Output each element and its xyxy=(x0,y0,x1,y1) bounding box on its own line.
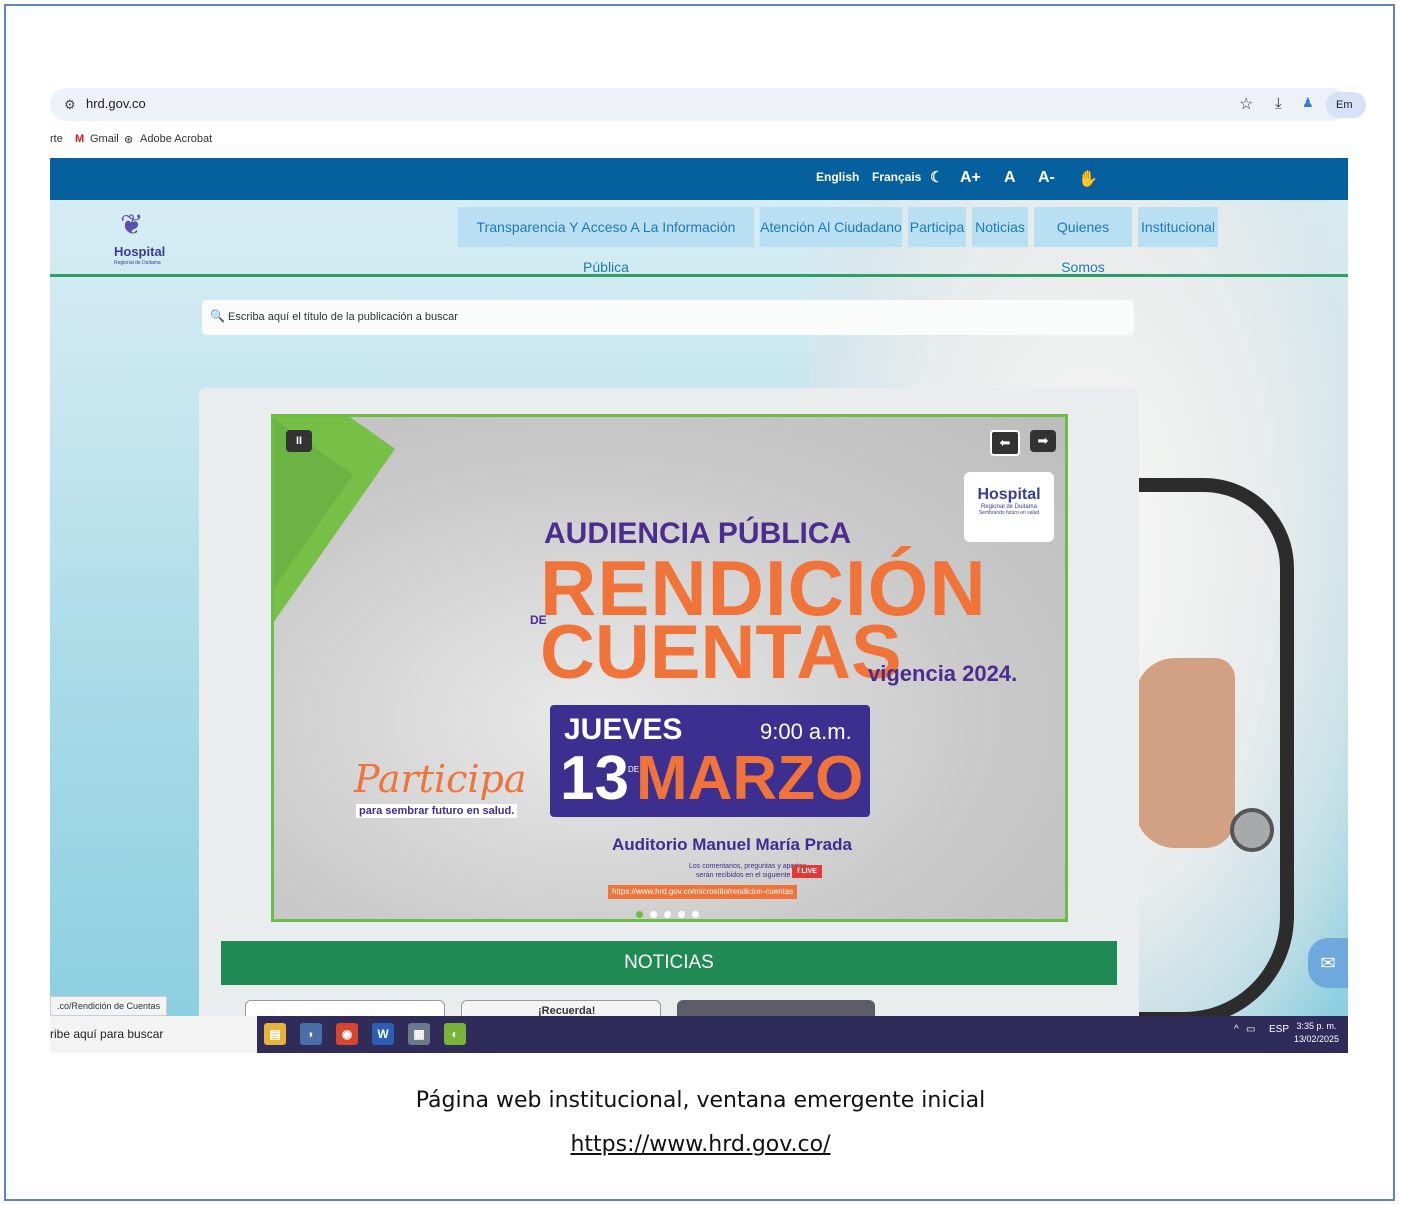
caption-link-wrap: https://www.hrd.gov.co/ xyxy=(0,1132,1401,1157)
search-placeholder: Escriba aquí el título de la publicación… xyxy=(228,311,458,323)
nav-noticias[interactable]: Noticias xyxy=(972,207,1028,247)
bookmark-item[interactable]: rte xyxy=(50,133,63,145)
nav-atencion[interactable]: Atención Al Ciudadano xyxy=(760,207,902,247)
bookmark-acrobat[interactable]: Adobe Acrobat xyxy=(140,133,212,145)
website-viewport: English Français ☾ A+ A A- ✋ ❦ Hospital … xyxy=(50,158,1348,1016)
bookmark-gmail[interactable]: Gmail xyxy=(90,133,119,145)
news-card[interactable] xyxy=(677,1000,875,1016)
facebook-live-icon: f LIVE xyxy=(792,865,822,878)
slide-logo-name: Hospital xyxy=(977,486,1041,503)
clock-time: 3:35 p. m. xyxy=(1296,1021,1337,1031)
nav-quienes-somos[interactable]: Quienes Somos xyxy=(1034,207,1132,275)
calculator-icon[interactable]: ▦ xyxy=(408,1023,430,1045)
language-indicator[interactable]: ESP xyxy=(1269,1024,1289,1035)
slide-participa-sub: para sembrar futuro en salud. xyxy=(356,804,518,818)
slide-indicators[interactable] xyxy=(636,905,706,919)
slide-dot[interactable] xyxy=(636,911,643,918)
slide-time: 9:00 a.m. xyxy=(760,719,852,744)
clock[interactable]: 3:35 p. m. 13/02/2025 xyxy=(1294,1020,1339,1046)
gmail-icon: M xyxy=(75,133,85,145)
slide-dot[interactable] xyxy=(678,911,685,918)
nav-participa[interactable]: Participa xyxy=(908,207,966,247)
slide-dot[interactable] xyxy=(692,911,699,918)
slide-comments-1: Los comentarios, preguntas y aportes xyxy=(689,863,807,870)
app-icon-green[interactable]: ◐ xyxy=(444,1023,466,1045)
news-card[interactable]: ¡Recuerda! xyxy=(461,1000,661,1016)
slide-link: https://www.hrd.gov.co/micrositio/rendic… xyxy=(608,885,798,899)
profile-button[interactable]: Em xyxy=(1326,92,1366,118)
pause-button[interactable]: II xyxy=(286,430,312,452)
taskbar-search[interactable]: ribe aquí para buscar xyxy=(50,1016,257,1053)
network-icon[interactable]: ▭ xyxy=(1246,1024,1255,1035)
stethoscope-chestpiece xyxy=(1230,808,1274,852)
hospital-logo[interactable]: ❦ Hospital Regional de Duitama xyxy=(110,208,170,268)
caption-link[interactable]: https://www.hrd.gov.co/ xyxy=(570,1132,830,1157)
font-reset-button[interactable]: A xyxy=(1004,169,1016,187)
url-text[interactable]: hrd.gov.co xyxy=(86,96,146,111)
font-decrease-button[interactable]: A- xyxy=(1038,169,1055,187)
lang-french-link[interactable]: Français xyxy=(872,170,921,184)
file-explorer-icon[interactable]: ▤ xyxy=(264,1023,286,1045)
app-icon[interactable]: ◗ xyxy=(300,1023,322,1045)
slide-hospital-logo: Hospital Regional de Duitama Sembrando f… xyxy=(964,472,1054,542)
slide-vigencia: vigencia 2024. xyxy=(868,661,1018,686)
butterfly-logo-icon: ❦ xyxy=(120,209,144,240)
address-bar[interactable] xyxy=(50,88,1348,121)
chat-icon[interactable]: ✉ xyxy=(1308,938,1348,988)
word-icon[interactable]: W xyxy=(372,1023,394,1045)
news-card-title: ¡Recuerda! xyxy=(538,1005,596,1016)
tray-chevron-icon[interactable]: ^ xyxy=(1234,1024,1239,1035)
slide-comments-2: serán recibidos en el siguiente link xyxy=(696,872,804,879)
acrobat-icon: ⊛ xyxy=(124,134,134,146)
slide-day: 13 xyxy=(560,744,629,813)
slide-dot[interactable] xyxy=(650,911,657,918)
extension-icon[interactable]: ♟ xyxy=(1302,95,1314,111)
news-card[interactable] xyxy=(245,1000,445,1016)
slide-month: MARZO xyxy=(636,744,864,813)
logo-sub: Regional de Duitama xyxy=(114,260,161,266)
slide-cuentas: CUENTAS xyxy=(540,610,902,695)
next-slide-button[interactable]: ➡ xyxy=(1030,430,1056,452)
logo-name: Hospital xyxy=(114,244,166,259)
banner-slider[interactable]: II ⬅ ➡ Hospital Regional de Duitama Semb… xyxy=(271,414,1068,922)
dark-mode-icon[interactable]: ☾ xyxy=(930,168,943,186)
slide-participa: Participa xyxy=(354,757,527,801)
slide-auditorio: Auditorio Manuel María Prada xyxy=(612,835,852,854)
slide-weekday: JUEVES xyxy=(564,713,683,746)
download-icon[interactable]: ⤓ xyxy=(1275,95,1282,112)
nav-transparencia[interactable]: Transparencia Y Acceso A La Información … xyxy=(458,207,754,275)
clock-date: 13/02/2025 xyxy=(1294,1034,1340,1044)
lang-english-link[interactable]: English xyxy=(816,170,859,184)
accessibility-bar: English Français ☾ A+ A A- ✋ xyxy=(50,158,1348,200)
noticias-header: NOTICIAS xyxy=(221,941,1117,985)
slide-logo-slogan: Sembrando futuro en salud xyxy=(978,510,1040,516)
chrome-icon[interactable]: ◉ xyxy=(336,1023,358,1045)
taskbar: ribe aquí para buscar ▤ ◗ ◉ W ▦ ◐ ^ ▭ ES… xyxy=(50,1016,1348,1053)
nav-institucional[interactable]: Institucional xyxy=(1138,207,1218,247)
slide-dot[interactable] xyxy=(664,911,671,918)
prev-slide-button[interactable]: ⬅ xyxy=(990,430,1020,456)
slide-date-box: JUEVES 9:00 a.m. 13 DE MARZO xyxy=(550,705,870,817)
font-increase-button[interactable]: A+ xyxy=(960,169,981,187)
link-status-bar: .co/Rendición de Cuentas xyxy=(50,996,168,1016)
site-info-icon[interactable]: ⚙ xyxy=(64,97,76,113)
site-search-input[interactable]: 🔍 Escriba aquí el título de la publicaci… xyxy=(202,300,1134,335)
bookmark-star-icon[interactable]: ☆ xyxy=(1239,94,1253,114)
stethoscope-image xyxy=(1130,478,1294,1016)
search-icon: 🔍 xyxy=(210,309,225,323)
header-divider xyxy=(50,274,1348,277)
sign-language-icon[interactable]: ✋ xyxy=(1078,169,1098,189)
caption-text: Página web institucional, ventana emerge… xyxy=(415,1088,986,1113)
